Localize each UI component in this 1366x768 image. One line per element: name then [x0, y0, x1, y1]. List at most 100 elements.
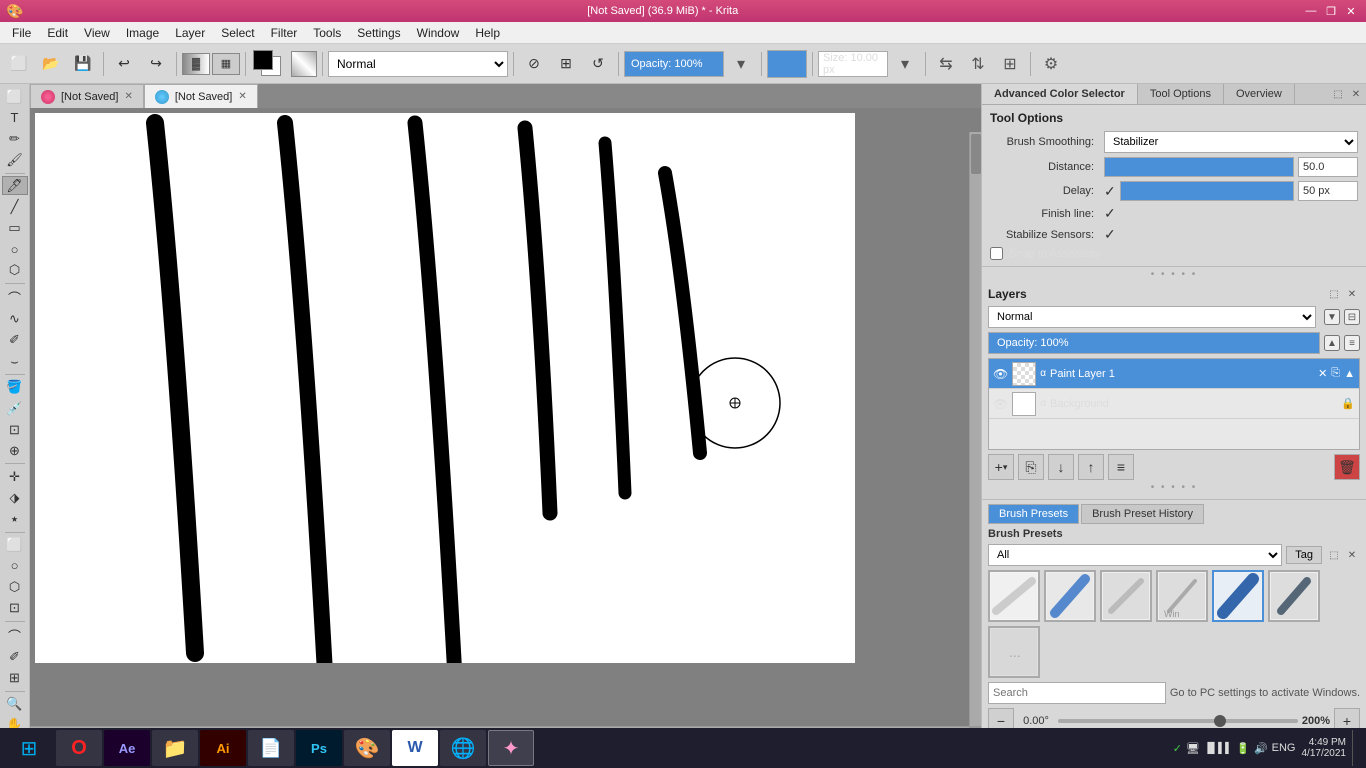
add-layer-button[interactable]: +▾ — [988, 454, 1014, 480]
menu-help[interactable]: Help — [467, 24, 508, 42]
magic-wand-tool[interactable]: ⭑ — [2, 509, 28, 528]
fill-tool[interactable]: 🪣 — [2, 378, 28, 397]
redo-button[interactable]: ↪ — [141, 49, 171, 79]
stabilize-sensors-check[interactable]: ✓ — [1104, 226, 1116, 243]
brush-search-input[interactable] — [988, 682, 1166, 704]
layer-moveup-paint1[interactable]: ▲ — [1344, 368, 1355, 380]
menu-filter[interactable]: Filter — [263, 24, 306, 42]
menu-view[interactable]: View — [76, 24, 118, 42]
poly-select-tool[interactable]: ⬡ — [2, 578, 28, 597]
tab-tool-options[interactable]: Tool Options — [1138, 84, 1224, 104]
show-desktop-button[interactable] — [1352, 730, 1356, 766]
brush-presets-tab[interactable]: Brush Presets — [988, 504, 1079, 524]
open-button[interactable]: 📂 — [36, 49, 66, 79]
mirror-v-button[interactable]: ⇅ — [963, 49, 993, 79]
erase-button[interactable]: ⊘ — [519, 49, 549, 79]
size-dropdown-button[interactable]: ▾ — [890, 49, 920, 79]
crop-tool[interactable]: ⊡ — [2, 420, 28, 439]
color-swatches[interactable] — [251, 48, 289, 80]
layers-float-button[interactable]: ⬚ — [1326, 286, 1342, 302]
brush-swatch-4[interactable]: Win — [1156, 570, 1208, 622]
brush-swatch-5[interactable] — [1212, 570, 1264, 622]
vertical-scrollbar[interactable] — [969, 132, 981, 726]
pattern-button[interactable]: ▦ — [212, 53, 240, 75]
taskbar-photoshop[interactable]: Ps — [296, 730, 342, 766]
rect-select-tool[interactable]: ⬜ — [2, 535, 28, 554]
menu-window[interactable]: Window — [409, 24, 468, 42]
freehand-tool[interactable]: ✏ — [2, 129, 28, 148]
lock-alpha-button[interactable]: ⊞ — [551, 49, 581, 79]
brush-float-button[interactable]: ⬚ — [1326, 547, 1342, 563]
brush-swatch-7[interactable]: ... — [988, 626, 1040, 678]
dynamic-brush-tool[interactable]: 🖌 — [2, 150, 28, 169]
menu-file[interactable]: File — [4, 24, 39, 42]
layers-options-button[interactable]: ⊟ — [1344, 309, 1360, 325]
layers-opacity-bar[interactable]: Opacity: 100% — [988, 332, 1320, 354]
start-button[interactable]: ⊞ — [4, 730, 54, 766]
taskbar-ae[interactable]: Ae — [104, 730, 150, 766]
brush-close-button[interactable]: ✕ — [1344, 547, 1360, 563]
save-button[interactable]: 💾 — [68, 49, 98, 79]
eyedropper-tool[interactable]: 💉 — [2, 399, 28, 418]
text-tool[interactable]: T — [2, 108, 28, 127]
menu-tools[interactable]: Tools — [305, 24, 349, 42]
taskbar-browser[interactable]: 🌐 — [440, 730, 486, 766]
taskbar-word[interactable]: W — [392, 730, 438, 766]
brush-filter-select[interactable]: All — [988, 544, 1282, 566]
tab-1-close[interactable]: ✕ — [124, 91, 132, 102]
restore-button[interactable]: ❐ — [1322, 3, 1340, 19]
ellipse-select-tool[interactable]: ○ — [2, 556, 28, 575]
taskbar-time[interactable]: 4:49 PM 4/17/2021 — [1302, 737, 1347, 759]
menu-edit[interactable]: Edit — [39, 24, 76, 42]
bezier-select-tool[interactable]: ⌒ — [2, 625, 28, 646]
delete-layer-button[interactable]: 🗑 — [1334, 454, 1360, 480]
path-tool[interactable]: ⌒ — [2, 287, 28, 308]
finish-line-check[interactable]: ✓ — [1104, 205, 1116, 222]
undo-button[interactable]: ↩ — [109, 49, 139, 79]
smart-select-tool[interactable]: ⊡ — [2, 599, 28, 618]
brush-swatch-2[interactable] — [1044, 570, 1096, 622]
layer-eye-bg[interactable]: 👁 — [993, 397, 1008, 411]
opacity-dropdown-button[interactable]: ▾ — [726, 49, 756, 79]
canvas-content[interactable] — [35, 113, 855, 663]
zoom-slider-thumb[interactable] — [1214, 715, 1226, 727]
tab-2[interactable]: [Not Saved] ✕ — [144, 84, 258, 108]
layer-lock-bg[interactable]: 🔒 — [1341, 397, 1355, 410]
layers-more-button[interactable]: ≡ — [1344, 335, 1360, 351]
layers-filter-button[interactable]: ▼ — [1324, 309, 1340, 325]
panel-float-button[interactable]: ⬚ — [1330, 86, 1346, 102]
tab-2-close[interactable]: ✕ — [238, 91, 246, 102]
move-tool[interactable]: ✛ — [2, 467, 28, 486]
layer-delete-paint1[interactable]: ✕ — [1318, 367, 1327, 380]
zoom-slider[interactable] — [1058, 719, 1298, 723]
taskbar-krita-icon[interactable]: 🎨 — [344, 730, 390, 766]
tab-overview[interactable]: Overview — [1224, 84, 1295, 104]
delay-slider[interactable] — [1120, 181, 1294, 201]
layer-duplicate-paint1[interactable]: ⎘ — [1331, 367, 1340, 380]
settings-button[interactable]: ⚙ — [1036, 49, 1066, 79]
layer-eye-paint1[interactable]: 👁 — [993, 367, 1008, 381]
layers-blend-select[interactable]: Normal — [988, 306, 1316, 328]
rect-tool[interactable]: ▭ — [2, 219, 28, 238]
opacity-slider[interactable]: Opacity: 100% — [624, 51, 724, 77]
brush-preset-history-tab[interactable]: Brush Preset History — [1081, 504, 1204, 524]
ellipse-tool[interactable]: ○ — [2, 240, 28, 259]
tab-advanced-color[interactable]: Advanced Color Selector — [982, 84, 1138, 104]
distance-value[interactable]: 50.0 — [1298, 157, 1358, 177]
wrap-button[interactable]: ⊞ — [995, 49, 1025, 79]
scrollbar-thumb-v[interactable] — [971, 134, 981, 174]
layer-paint-1[interactable]: 👁 α Paint Layer 1 ✕ ⎘ ▲ — [989, 359, 1359, 389]
lasso-tool[interactable]: ⬗ — [2, 488, 28, 507]
polygon-tool[interactable]: ⬡ — [2, 261, 28, 280]
move-up-button[interactable]: ↑ — [1078, 454, 1104, 480]
distance-slider[interactable] — [1104, 157, 1294, 177]
layers-opacity-up[interactable]: ▲ — [1324, 335, 1340, 351]
layer-properties-button[interactable]: ≡ — [1108, 454, 1134, 480]
blend-mode-select[interactable]: Normal Multiply Screen Overlay — [328, 51, 508, 77]
copy-layer-button[interactable]: ⎘ — [1018, 454, 1044, 480]
taskbar-doc[interactable]: 📄 — [248, 730, 294, 766]
curve-tool[interactable]: ∿ — [2, 310, 28, 329]
bezier-tool[interactable]: ⌣ — [2, 352, 28, 371]
brush-swatch-3[interactable] — [1100, 570, 1152, 622]
brush-smoothing-select[interactable]: Stabilizer Basic Smoothing Weighted Smoo… — [1104, 131, 1358, 153]
